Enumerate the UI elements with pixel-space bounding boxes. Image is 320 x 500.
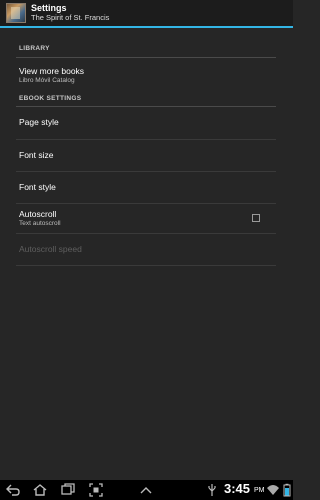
battery-icon [280, 483, 291, 497]
view-more-books-label: View more books [19, 66, 85, 76]
settings-list: LIBRARY View more books Libro Móvil Cata… [0, 28, 293, 480]
action-bar-titles: Settings The Spirit of St. Francis [31, 4, 109, 22]
ebook-settings-section-header: EBOOK SETTINGS [19, 95, 82, 102]
library-section-header: LIBRARY [19, 45, 50, 52]
font-size-item[interactable]: Font size [16, 140, 276, 171]
font-style-label: Font style [19, 182, 56, 192]
action-bar-subtitle: The Spirit of St. Francis [31, 13, 110, 23]
system-navigation-bar: 3:45 PM [0, 480, 293, 500]
action-bar-title: Settings [31, 3, 67, 14]
divider [16, 265, 276, 266]
autoscroll-label: Autoscroll [19, 209, 57, 219]
autoscroll-item[interactable]: Autoscroll Text autoscroll [16, 204, 276, 233]
autoscroll-sublabel: Text autoscroll [19, 220, 61, 227]
font-style-item[interactable]: Font style [16, 172, 276, 203]
view-more-books-sublabel: Libro Móvil Catalog [19, 77, 75, 84]
status-clock: 3:45 [224, 481, 251, 496]
usb-icon [205, 483, 216, 497]
screenshot-icon[interactable] [89, 483, 103, 497]
font-size-label: Font size [19, 150, 54, 160]
page-style-item[interactable]: Page style [16, 107, 276, 137]
status-ampm: PM [254, 487, 265, 494]
page-style-label: Page style [19, 117, 59, 127]
action-bar: Settings The Spirit of St. Francis [0, 0, 293, 26]
chevron-up-icon[interactable] [139, 483, 153, 497]
view-more-books-item[interactable]: View more books Libro Móvil Catalog [16, 58, 276, 90]
back-icon[interactable] [6, 483, 20, 497]
autoscroll-checkbox[interactable] [252, 214, 260, 222]
app-icon[interactable] [6, 3, 26, 23]
wifi-icon [266, 483, 280, 497]
autoscroll-speed-item: Autoscroll speed [16, 234, 276, 265]
autoscroll-speed-label: Autoscroll speed [19, 244, 82, 254]
recent-apps-icon[interactable] [61, 483, 75, 497]
home-icon[interactable] [33, 483, 47, 497]
